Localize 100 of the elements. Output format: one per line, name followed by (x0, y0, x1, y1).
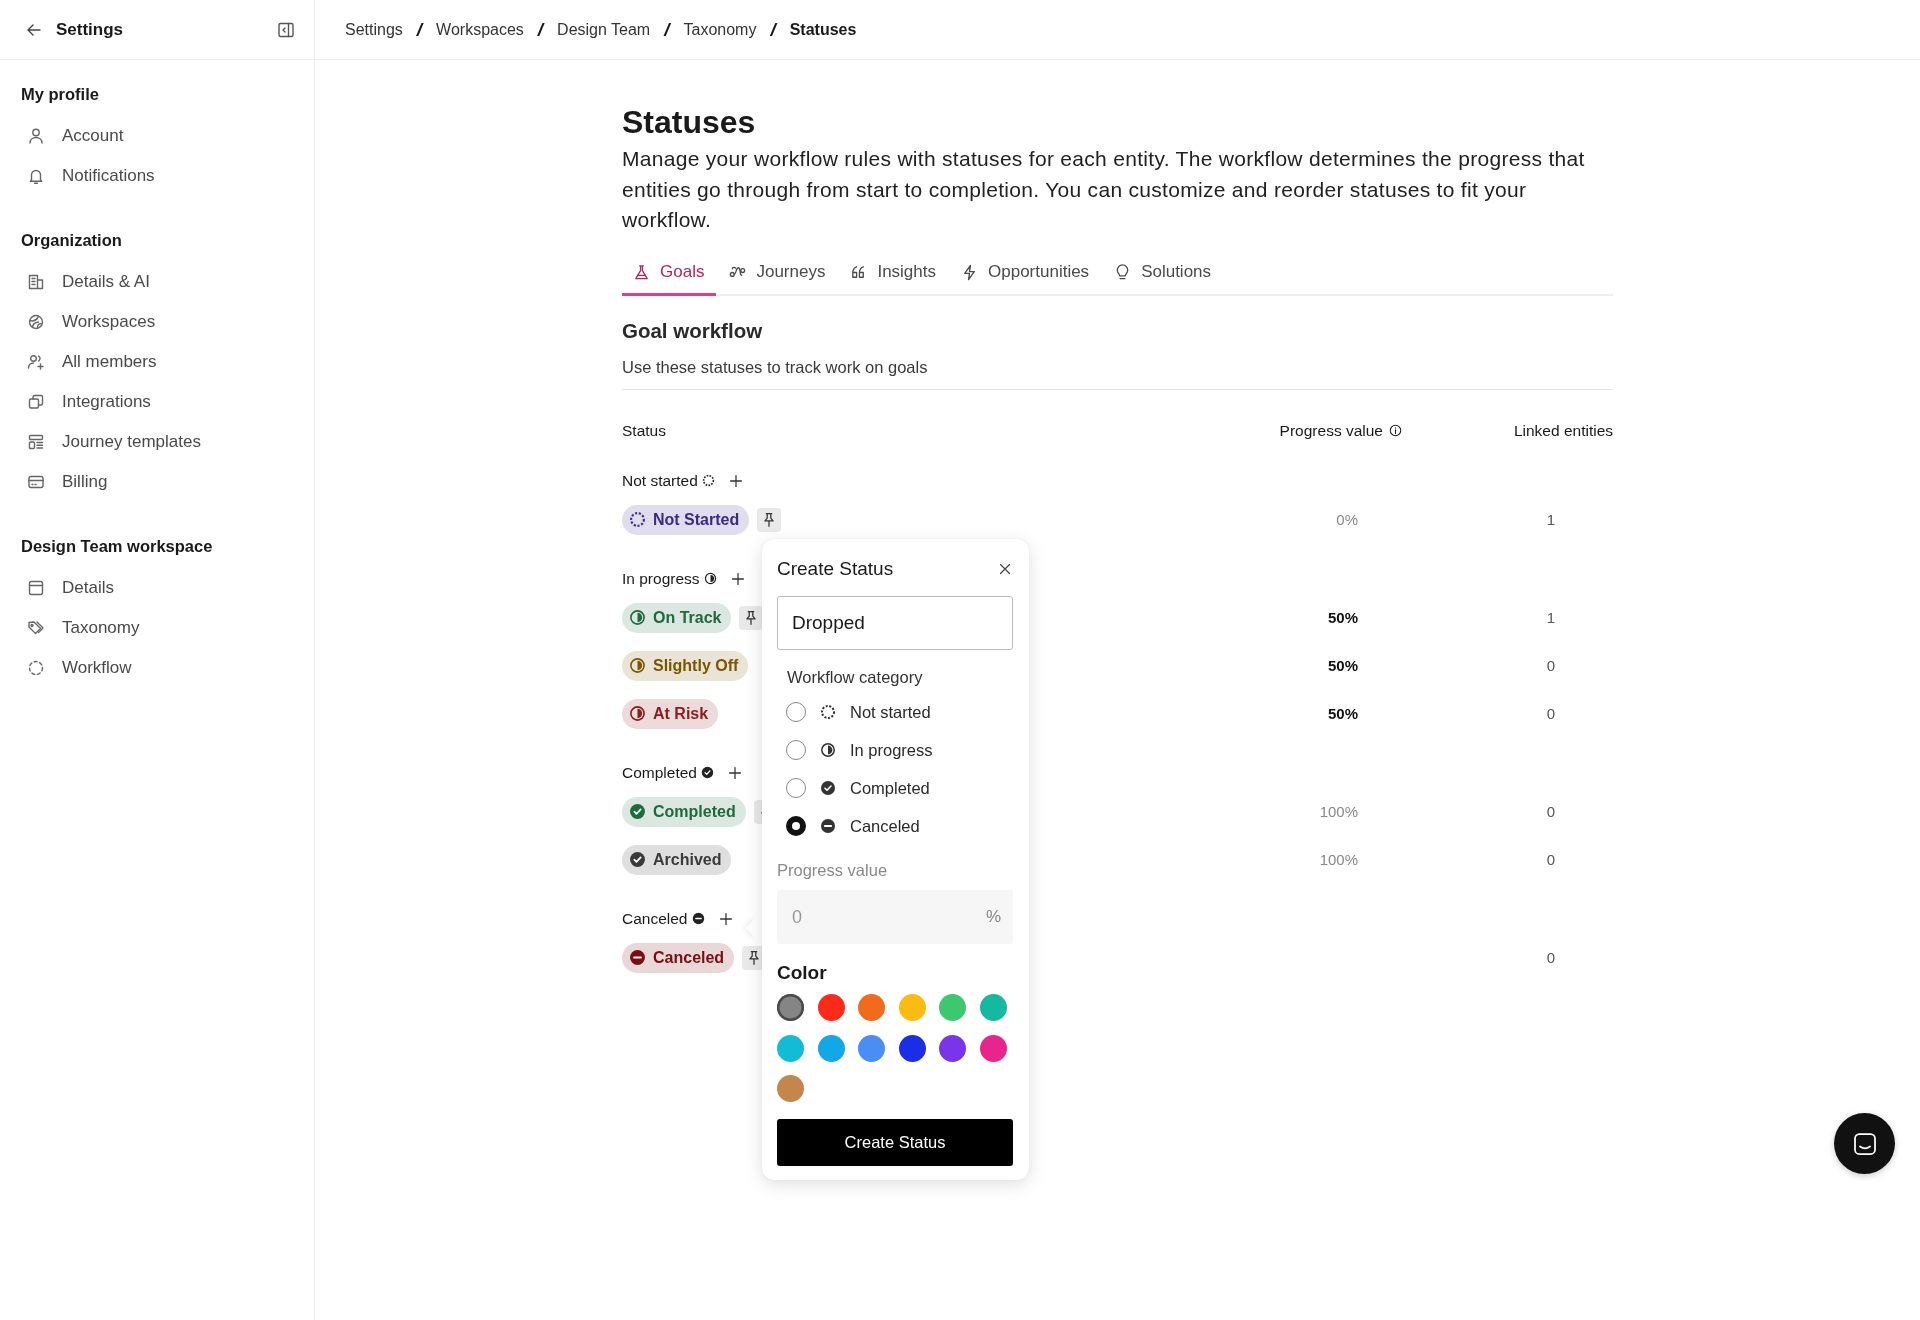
pin-button[interactable] (739, 605, 764, 630)
stacked-squares-icon (26, 392, 46, 412)
create-status-button[interactable]: Create Status (777, 1119, 1013, 1166)
section-heading: My profile (21, 84, 100, 105)
sidebar-item[interactable]: Account (21, 116, 314, 156)
color-swatch[interactable] (817, 994, 845, 1021)
chat-button[interactable] (1834, 1113, 1895, 1174)
breadcrumb-separator: / (664, 18, 670, 41)
color-swatch[interactable] (817, 1034, 845, 1062)
sidebar-item[interactable]: Billing (21, 462, 314, 502)
category-icon (703, 572, 717, 585)
breadcrumb-link[interactable]: Workspaces (436, 20, 524, 39)
category-icon (820, 742, 836, 758)
sidebar-item[interactable]: Integrations (21, 382, 314, 422)
color-swatch[interactable] (898, 994, 926, 1021)
color-swatch[interactable] (898, 1034, 926, 1062)
category-icon (700, 766, 714, 779)
sidebar-item[interactable]: Taxonomy (21, 608, 314, 648)
globe-icon (26, 312, 46, 332)
sidebar-item[interactable]: Journey templates (21, 422, 314, 462)
sidebar-item[interactable]: Notifications (21, 156, 314, 196)
color-swatch[interactable] (858, 994, 885, 1021)
status-tag: On Track (622, 602, 732, 633)
linked-count: 0 (1546, 949, 1555, 966)
info-icon (1388, 423, 1403, 438)
status-tag: Slightly Off (622, 650, 749, 681)
breadcrumb-link[interactable]: Settings (345, 20, 403, 39)
linked-count: 1 (1546, 511, 1555, 528)
color-swatch[interactable] (777, 994, 804, 1021)
sidebar-item[interactable]: All members (21, 342, 314, 382)
pin-button[interactable] (757, 507, 782, 532)
sidebar-title: Settings (56, 19, 125, 40)
template-icon (26, 432, 46, 452)
color-swatch[interactable] (939, 994, 966, 1021)
status-tag: At Risk (622, 698, 719, 729)
person-icon (26, 126, 46, 146)
breadcrumb-separator: / (416, 18, 423, 41)
section-subtitle: Use these statuses to track work on goals (622, 357, 1613, 390)
status-icon (629, 657, 646, 674)
category-option[interactable]: In progress (777, 731, 1014, 769)
color-swatch[interactable] (777, 1075, 804, 1102)
page-title: Statuses (622, 104, 757, 140)
linked-count: 0 (1546, 851, 1555, 868)
category-option[interactable]: Completed (777, 769, 1014, 807)
page-description: Manage your workflow rules with statuses for each entity. The workflow determines the progress that entities go through from start to completion. You can customize and reorder statuses to fit your workflow. (622, 146, 1586, 233)
tab[interactable]: Journeys (716, 251, 838, 296)
linked-count: 1 (1546, 609, 1555, 626)
linked-count: 0 (1546, 705, 1555, 722)
category-icon (820, 780, 836, 796)
status-icon (629, 609, 646, 626)
sidebar-item[interactable]: Details & AI (21, 262, 314, 302)
section-heading: Design Team workspace (21, 536, 214, 557)
linked-count: 0 (1546, 657, 1555, 674)
status-icon (629, 949, 646, 966)
color-swatch[interactable] (858, 1034, 885, 1062)
category-option[interactable]: Not started (777, 693, 1014, 731)
radio-button[interactable] (786, 816, 806, 836)
people-add-icon (26, 352, 46, 372)
tab[interactable]: Goals (622, 251, 717, 296)
breadcrumb-link[interactable]: Design Team (557, 20, 651, 39)
status-tag: Canceled (622, 942, 735, 973)
status-icon (629, 511, 646, 528)
status-icon (629, 851, 646, 868)
progress-value: 100% (1319, 851, 1358, 868)
progress-value: 50% (1327, 609, 1358, 626)
section-title: Goal workflow (622, 317, 764, 344)
category-icon (691, 912, 705, 925)
field-label: Color (777, 962, 828, 984)
progress-value: 100% (1319, 803, 1358, 820)
progress-value: 50% (1327, 705, 1358, 722)
breadcrumb-link[interactable]: Taxonomy (683, 20, 757, 39)
column-header: Linked entities (1512, 421, 1613, 440)
sidebar-item[interactable]: Workspaces (21, 302, 314, 342)
field-label: Workflow category (787, 668, 924, 687)
sidebar-item[interactable]: Details (21, 568, 314, 608)
color-swatch[interactable] (979, 1034, 1007, 1062)
color-swatch[interactable] (939, 1034, 966, 1062)
tab[interactable]: Solutions (1101, 251, 1224, 296)
category-icon (820, 818, 836, 834)
building-icon (26, 272, 46, 292)
category-option[interactable]: Canceled (777, 807, 1014, 845)
column-header: Status (622, 421, 667, 440)
dashed-circle-icon (26, 658, 46, 678)
sidebar-item[interactable]: Workflow (21, 648, 314, 688)
section-heading: Organization (21, 230, 123, 251)
field-label: Progress value (777, 861, 889, 880)
color-swatch[interactable] (777, 1034, 804, 1062)
breadcrumb-separator: / (537, 18, 544, 41)
unit-label: % (985, 907, 1001, 927)
tab[interactable]: Insights (837, 251, 948, 296)
breadcrumb-separator: / (770, 18, 776, 41)
color-swatch[interactable] (979, 994, 1007, 1021)
name-input[interactable]: Dropped (777, 596, 1013, 650)
linked-count: 0 (1546, 803, 1555, 820)
column-header: Progress value (1279, 421, 1383, 440)
group-label: In progress (622, 569, 700, 588)
status-icon (629, 705, 646, 722)
tab[interactable]: Opportunities (948, 251, 1102, 296)
group-label: Not started (622, 471, 698, 490)
window-icon (26, 578, 46, 598)
